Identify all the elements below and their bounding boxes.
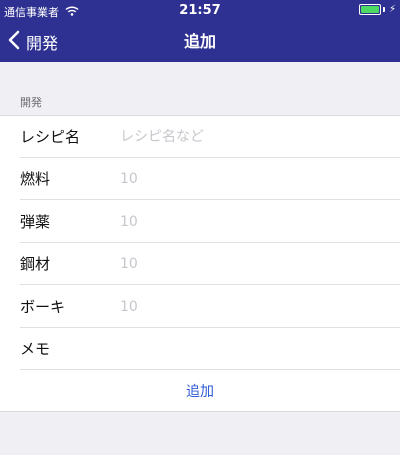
recipe-name-input[interactable] — [120, 124, 380, 150]
ammo-label: 弾薬 — [20, 213, 51, 231]
recipe-form: レシピ名 燃料 弾薬 鋼材 ボーキ メモ 追加 — [0, 115, 400, 412]
form-row-recipe-name: レシピ名 — [20, 116, 400, 158]
back-button[interactable]: 開発 — [8, 22, 58, 62]
add-button[interactable]: 追加 — [0, 371, 400, 413]
battery-icon — [358, 4, 381, 15]
section-header: 開発 — [20, 96, 42, 109]
form-row-bauxite: ボーキ — [20, 286, 400, 328]
memo-input[interactable] — [120, 336, 380, 362]
form-row-ammo: 弾薬 — [20, 201, 400, 243]
form-row-steel: 鋼材 — [20, 243, 400, 285]
steel-label: 鋼材 — [20, 255, 51, 273]
status-time: 21:57 — [179, 3, 221, 18]
fuel-input[interactable] — [120, 166, 380, 192]
battery-fill — [360, 6, 379, 13]
recipe-name-label: レシピ名 — [20, 128, 81, 146]
battery-cap — [382, 7, 385, 12]
nav-title: 追加 — [183, 32, 216, 51]
fuel-label: 燃料 — [20, 170, 51, 188]
memo-label: メモ — [20, 340, 51, 358]
form-row-memo: メモ — [20, 328, 400, 370]
ammo-input[interactable] — [120, 209, 380, 235]
status-bar: 通信事業者 21:57 ⚡ — [0, 0, 400, 22]
charging-bolt-icon: ⚡ — [388, 4, 396, 15]
back-button-label: 開発 — [26, 34, 59, 53]
bauxite-input[interactable] — [120, 294, 380, 320]
form-row-fuel: 燃料 — [20, 158, 400, 200]
status-right: ⚡ — [358, 4, 396, 15]
chevron-left-icon — [8, 30, 20, 54]
navigation-bar: 追加 開発 — [0, 22, 400, 62]
bauxite-label: ボーキ — [20, 298, 66, 316]
steel-input[interactable] — [120, 251, 380, 277]
